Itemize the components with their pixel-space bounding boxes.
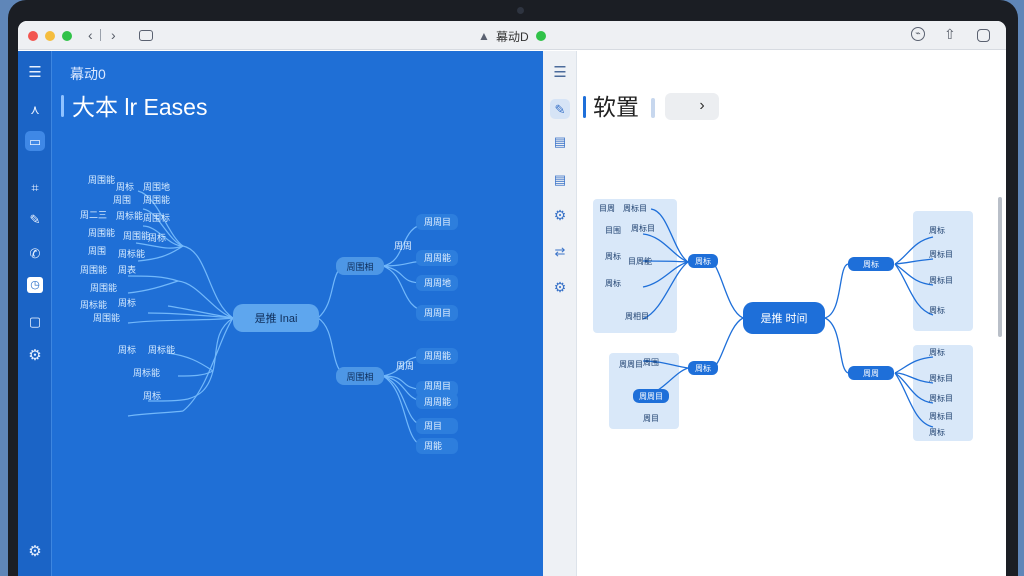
status-dot — [536, 31, 546, 41]
list-item: 目围 — [605, 226, 621, 235]
list-item: 周围能 — [90, 282, 117, 293]
svg-text:周标: 周标 — [695, 363, 711, 373]
list-item: 周标 — [118, 297, 136, 308]
scrollbar[interactable] — [998, 197, 1002, 337]
list-item: 周标能 — [116, 210, 143, 221]
list-item: 周周目 — [619, 360, 643, 369]
list-item: 周标 — [148, 232, 166, 243]
minimize-window-button[interactable] — [45, 31, 55, 41]
window-title: 幕动D — [496, 30, 529, 44]
close-window-button[interactable] — [28, 31, 38, 41]
forward-icon[interactable]: › — [111, 27, 116, 43]
list-item: 周周 — [396, 361, 414, 371]
list-item: 周标 — [605, 251, 621, 261]
svg-text:周围相: 周围相 — [346, 261, 373, 272]
zoom-window-button[interactable] — [62, 31, 72, 41]
list-item: 周围能 — [93, 312, 120, 323]
list-item: 周标目 — [631, 223, 655, 233]
list-item: 周围标 — [143, 212, 170, 223]
list-item: 周标目 — [623, 203, 647, 213]
list-item: 周表 — [118, 264, 136, 275]
history-icon[interactable]: ⌁ — [911, 27, 925, 41]
list-item: 周标 — [118, 344, 136, 355]
list-item: 周周目 — [424, 217, 451, 227]
list-item: 周周 — [394, 241, 412, 251]
list-item: 周周目 — [424, 381, 451, 391]
list-item: 周目 — [424, 421, 442, 431]
svg-text:周周: 周周 — [863, 369, 879, 378]
right-pane: ☰ ✎ ▤ ▤ ⚙ ⇄ ⚙ 软置 › 是推 时间 周标 周标 周周目 周标 周周… — [543, 51, 1006, 576]
list-item: 周标能 — [133, 367, 160, 378]
list-item: 周围能 — [80, 264, 107, 275]
svg-text:周周目: 周周目 — [639, 392, 663, 401]
list-item: 周周能 — [424, 252, 451, 263]
list-item: 周标 — [929, 427, 945, 437]
list-item: 周标目 — [929, 249, 953, 259]
list-item: 周标 — [929, 225, 945, 235]
list-item: 周围地 — [143, 181, 170, 192]
list-item: 周标 — [116, 181, 134, 192]
central-node-label: 是推 时间 — [760, 311, 807, 325]
list-item: 周围能 — [88, 227, 115, 238]
left-mindmap[interactable]: 周围能 周标 周围地 周围 周围能 周二三 周标能 周围标 周围能 周围能 周标… — [18, 51, 543, 576]
camera-dot — [517, 7, 524, 14]
screen: ‹ › ▲ 幕动D ⌁ ⇧ ☰ ⋏ ▭ ⌗ ✎ ✆ ◷ ▢ ⚙ ⚙ 幕动0 大本… — [18, 21, 1006, 576]
list-item: 目周 — [599, 204, 615, 213]
list-item: 周标目 — [929, 411, 953, 421]
list-item: 周围能 — [123, 230, 150, 241]
list-item: 周标能 — [118, 248, 145, 259]
left-pane: ☰ ⋏ ▭ ⌗ ✎ ✆ ◷ ▢ ⚙ ⚙ 幕动0 大本 lr Eases 周围能 … — [18, 51, 543, 576]
list-item: 周相目 — [625, 311, 649, 321]
list-item: 周标目 — [929, 275, 953, 285]
list-item: 周标 — [605, 278, 621, 288]
list-item: 周标能 — [148, 344, 175, 355]
list-item: 周围 — [643, 358, 659, 367]
list-item: 周标目 — [929, 373, 953, 383]
list-item: 周周能 — [424, 350, 451, 361]
sidebar-toggle-icon[interactable] — [139, 30, 153, 41]
list-item: 目周能 — [628, 256, 652, 266]
list-item: 周标 — [929, 305, 945, 315]
list-item: 周标 — [143, 390, 161, 401]
list-item: 周周地 — [424, 277, 451, 288]
list-item: 周标目 — [929, 393, 953, 403]
central-node-label: 是推 Inai — [255, 311, 298, 325]
svg-text:周围相: 周围相 — [346, 371, 373, 382]
divider — [100, 29, 101, 41]
list-item: 周围 — [88, 246, 106, 256]
list-item: 周标能 — [80, 299, 107, 310]
list-item: 周围 — [113, 195, 131, 205]
list-item: 周标 — [929, 347, 945, 357]
list-item: 周二三 — [80, 210, 107, 220]
list-item: 周周目 — [424, 308, 451, 318]
right-mindmap[interactable]: 是推 时间 周标 周标 周周目 周标 周周 目周 周标目 目围 周标目 周标 目… — [543, 51, 1006, 576]
share-icon[interactable]: ⇧ — [944, 26, 956, 42]
back-icon[interactable]: ‹ — [88, 27, 93, 43]
tabs-icon[interactable] — [977, 29, 990, 42]
list-item: 周能 — [424, 440, 442, 451]
list-item: 周围能 — [143, 194, 170, 205]
list-item: 周周能 — [424, 396, 451, 407]
svg-text:周标: 周标 — [695, 256, 711, 266]
window-titlebar: ‹ › ▲ 幕动D ⌁ ⇧ — [18, 21, 1006, 50]
svg-text:周标: 周标 — [863, 259, 879, 269]
list-item: 周目 — [643, 414, 659, 423]
list-item: 周围能 — [88, 174, 115, 185]
left-branch-labels: 周围能 周标 周围地 周围 周围能 周二三 周标能 周围标 周围能 周围能 周标… — [80, 174, 175, 401]
home-icon: ▲ — [478, 29, 490, 43]
right-leaf-pills — [416, 214, 458, 454]
